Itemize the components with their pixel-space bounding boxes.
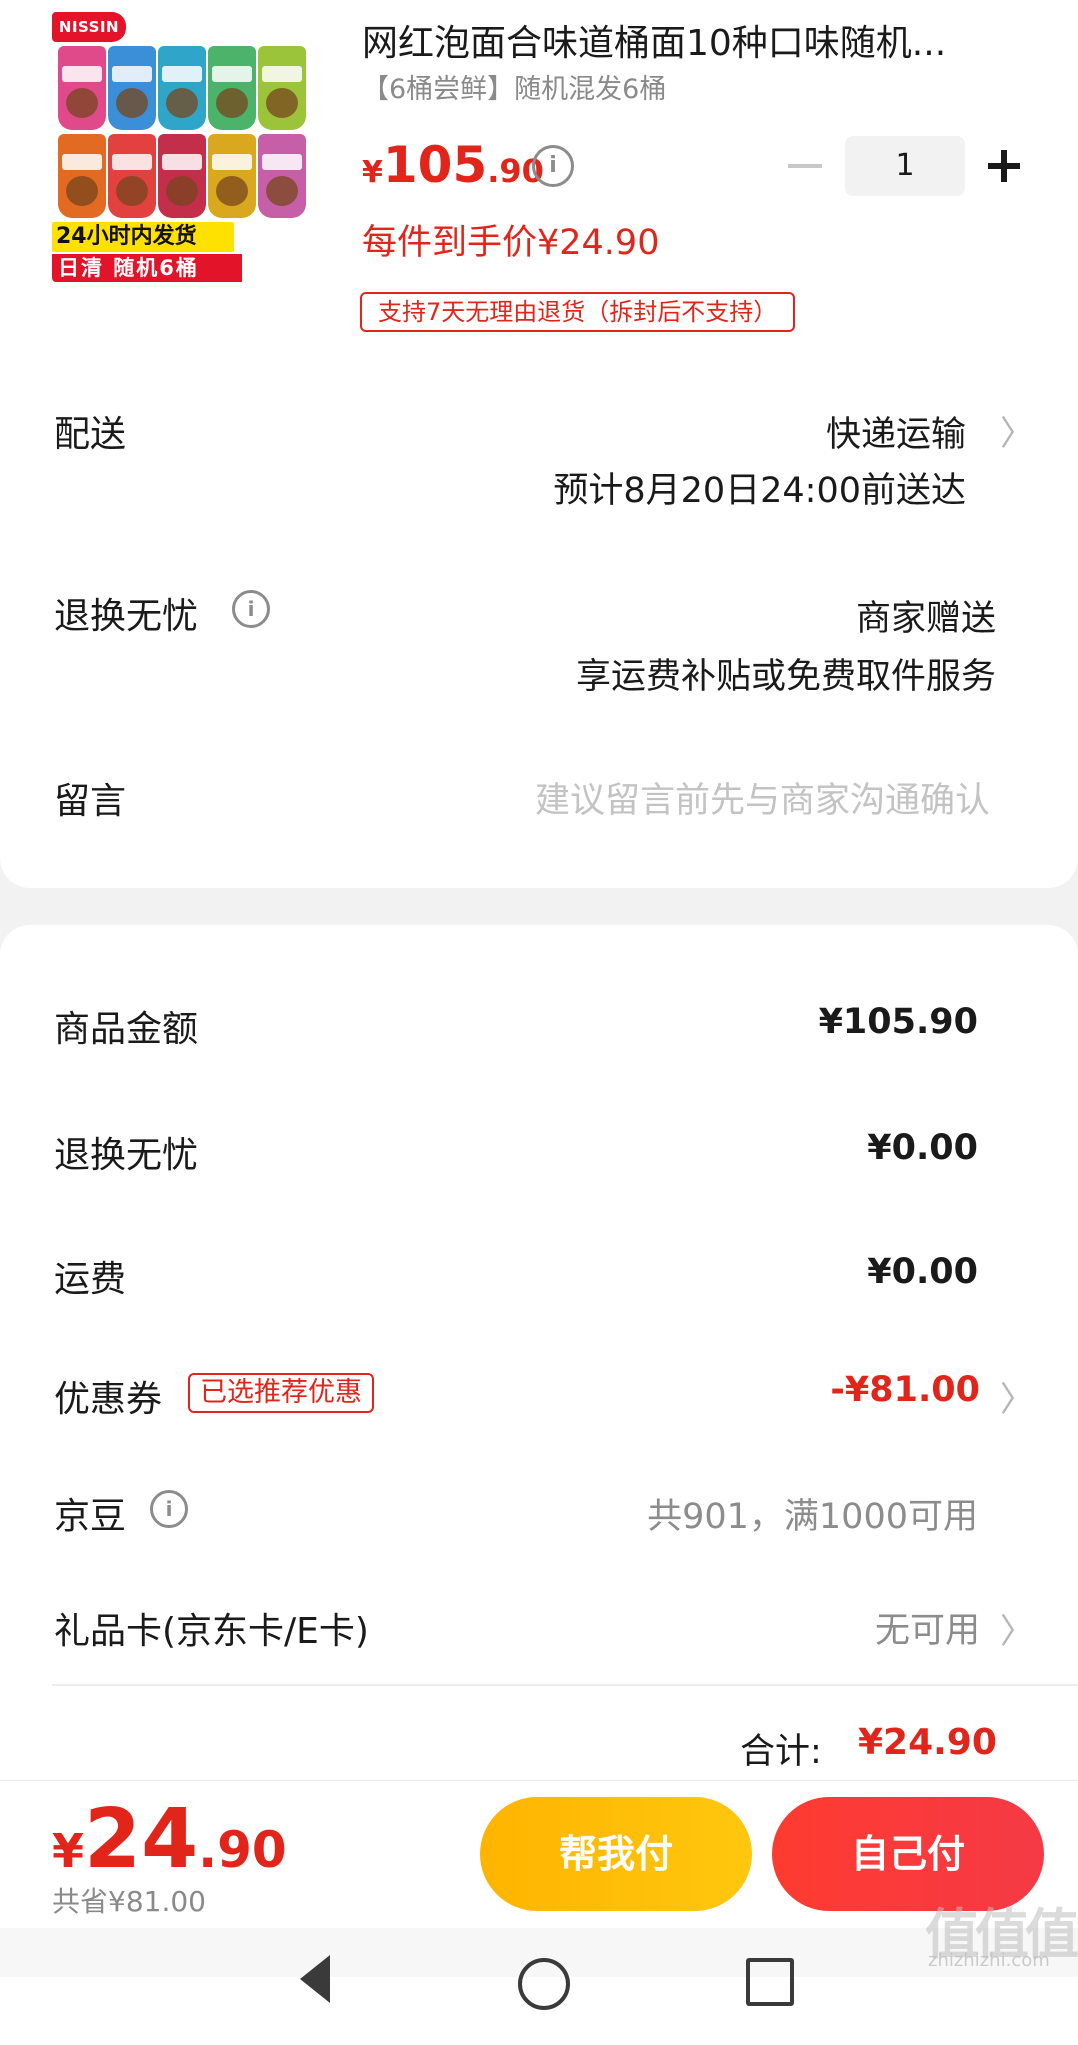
help-pay-button[interactable]: 帮我付 (480, 1797, 752, 1911)
back-icon[interactable] (300, 1955, 330, 2003)
pay-price: ¥24.90 (52, 1792, 287, 1887)
noodle-cups-illustration (58, 46, 310, 226)
coupon-selected-tag: 已选推荐优惠 (188, 1373, 374, 1413)
message-input[interactable]: 建议留言前先与商家沟通确认 (535, 772, 990, 823)
shipping-label: 运费 (54, 1259, 127, 1300)
chevron-right-icon[interactable]: 〉 (1000, 1604, 1034, 1653)
delivery-method[interactable]: 快递运输 (826, 406, 966, 457)
info-circle-icon[interactable]: i (232, 590, 270, 628)
product-spec[interactable]: 【6桶尝鲜】随机混发6桶 (362, 67, 666, 106)
worry-free-label: 退换无忧 (54, 596, 199, 637)
product-image[interactable]: NISSIN 24小时内发货 日清 随机6桶 (52, 10, 314, 282)
coupon-label: 优惠券 (54, 1379, 163, 1420)
price-integer: 105 (382, 136, 488, 194)
home-icon[interactable] (518, 1958, 570, 2010)
unit-price: 每件到手价¥24.90 (362, 223, 660, 263)
chevron-right-icon[interactable]: 〉 (1000, 1372, 1034, 1421)
minus-icon[interactable] (788, 164, 822, 168)
price-symbol: ¥ (362, 155, 383, 190)
chevron-right-icon[interactable]: 〉 (1000, 406, 1034, 455)
goods-amount-value: ¥105.90 (818, 1002, 978, 1042)
nissin-logo: NISSIN (52, 12, 126, 42)
watermark-url: zhizhizhi.com (928, 1950, 1050, 1971)
quantity-input[interactable]: 1 (845, 136, 965, 196)
pay-price-integer: 24 (84, 1792, 199, 1887)
worry-free-line1: 商家赠送 (855, 599, 996, 639)
plus-icon-vertical[interactable] (1001, 150, 1007, 182)
total-value: ¥24.90 (858, 1722, 997, 1763)
delivery-label: 配送 (54, 414, 127, 455)
info-circle-icon[interactable]: i (150, 1490, 188, 1528)
total-label: 合计: (740, 1732, 822, 1772)
product-price: ¥105.90 (362, 136, 544, 194)
divider (52, 1684, 1078, 1686)
ship-24h-banner: 24小时内发货 (52, 222, 234, 252)
return-policy-tag: 支持7天无理由退货（拆封后不支持） (360, 292, 796, 332)
worry-free-line2: 享运费补贴或免费取件服务 (575, 657, 996, 697)
product-card: NISSIN 24小时内发货 日清 随机6桶 网红泡面合味道桶面10种口味随机.… (0, 0, 1078, 888)
message-label: 留言 (54, 781, 127, 822)
worry-free-fee-label: 退换无忧 (54, 1135, 199, 1176)
delivery-eta: 预计8月20日24:00前送达 (553, 471, 966, 511)
gift-card-value[interactable]: 无可用 (875, 1602, 980, 1653)
coupon-value[interactable]: -¥81.00 (830, 1370, 980, 1410)
worry-free-fee-value: ¥0.00 (867, 1128, 978, 1168)
product-title[interactable]: 网红泡面合味道桶面10种口味随机... (362, 14, 1002, 66)
saved-amount: 共省¥81.00 (52, 1885, 206, 1918)
shipping-value: ¥0.00 (867, 1252, 978, 1292)
recents-icon[interactable] (746, 1958, 794, 2006)
pay-price-decimal: .90 (198, 1821, 287, 1879)
info-circle-icon[interactable]: i (532, 145, 574, 187)
goods-amount-label: 商品金额 (54, 1009, 199, 1050)
gift-card-label: 礼品卡(京东卡/E卡) (54, 1611, 369, 1652)
jd-beans-value: 共901，满1000可用 (647, 1497, 978, 1537)
random-6-banner: 日清 随机6桶 (52, 254, 242, 282)
pay-price-symbol: ¥ (52, 1824, 85, 1878)
jd-beans-label: 京豆 (54, 1496, 127, 1537)
